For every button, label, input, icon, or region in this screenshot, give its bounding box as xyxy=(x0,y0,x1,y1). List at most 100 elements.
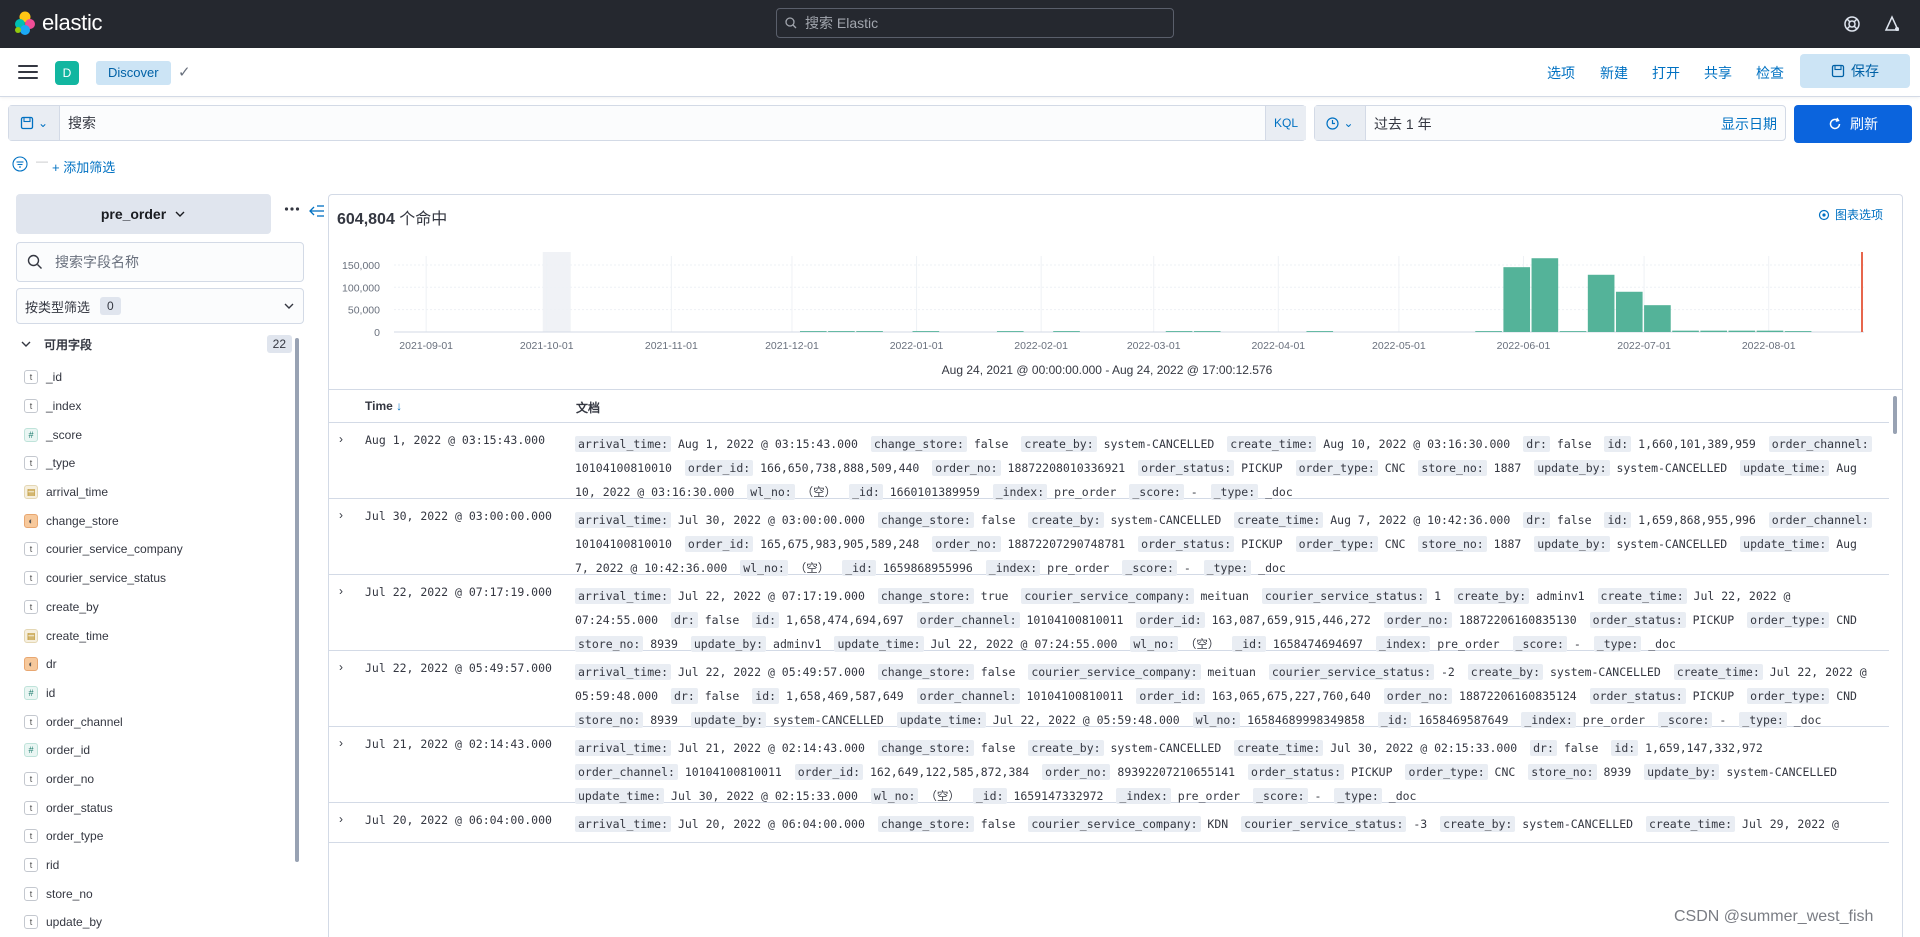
histogram-bar[interactable] xyxy=(1531,258,1559,332)
field-search-input[interactable]: 搜索字段名称 xyxy=(16,242,304,282)
date-type-icon: ▤ xyxy=(24,485,38,500)
histogram-bar[interactable] xyxy=(1559,331,1587,332)
saved-query-button[interactable]: ⌄ xyxy=(9,106,60,140)
field-item[interactable]: t courier_service_status xyxy=(24,564,288,593)
table-row[interactable]: › Aug 1, 2022 @ 03:15:43.000 arrival_time:… xyxy=(329,423,1889,500)
table-scrollbar[interactable] xyxy=(1893,396,1897,434)
histogram-bar[interactable] xyxy=(1587,274,1615,332)
collapse-sidebar-icon[interactable] xyxy=(309,204,325,218)
histogram-bar[interactable] xyxy=(1503,267,1531,332)
space-avatar[interactable]: D xyxy=(55,61,79,85)
histogram-bar[interactable] xyxy=(1193,331,1221,332)
histogram-bar[interactable] xyxy=(828,331,855,332)
field-item[interactable]: t _index xyxy=(24,392,288,421)
global-search-placeholder: 搜索 Elastic xyxy=(805,15,879,31)
show-dates-link[interactable]: 显示日期 xyxy=(1721,114,1777,134)
expand-row-icon[interactable]: › xyxy=(339,660,343,674)
quick-time-button[interactable]: ⌄ xyxy=(1315,106,1366,140)
histogram-bar[interactable] xyxy=(799,331,827,332)
doc-field-key: order_status: xyxy=(1138,536,1235,552)
doc-field-value: （空） xyxy=(918,789,960,803)
histogram-bar[interactable] xyxy=(1615,291,1643,332)
nav-open[interactable]: 打开 xyxy=(1652,63,1680,83)
expand-row-icon[interactable]: › xyxy=(339,584,343,598)
nav-share[interactable]: 共享 xyxy=(1704,63,1732,83)
histogram-bar[interactable] xyxy=(912,331,940,332)
string-type-icon: t xyxy=(24,771,38,786)
query-input[interactable]: 搜索 xyxy=(68,113,96,133)
global-search-input[interactable]: 搜索 Elastic xyxy=(776,8,1174,38)
available-fields-header[interactable]: 可用字段 22 xyxy=(20,335,292,353)
field-item[interactable]: t _id xyxy=(24,363,288,392)
refresh-button[interactable]: 刷新 xyxy=(1794,105,1912,143)
histogram-bar[interactable] xyxy=(1306,331,1334,332)
breadcrumb-discover[interactable]: Discover xyxy=(96,61,171,85)
histogram-bar[interactable] xyxy=(1644,305,1671,332)
table-row[interactable]: › Jul 22, 2022 @ 05:49:57.000 arrival_time… xyxy=(329,651,1889,728)
row-document: arrival_time: Jul 30, 2022 @ 03:00:00.00… xyxy=(575,508,1875,580)
elastic-logo[interactable]: elastic xyxy=(14,10,103,36)
doc-field-value: PICKUP xyxy=(1234,461,1283,475)
histogram-bar[interactable] xyxy=(996,331,1024,332)
field-item[interactable]: t order_no xyxy=(24,765,288,794)
table-row[interactable]: › Jul 21, 2022 @ 02:14:43.000 arrival_time… xyxy=(329,727,1889,804)
string-type-icon: t xyxy=(24,399,38,414)
histogram-bar[interactable] xyxy=(1672,330,1699,332)
field-item[interactable]: t update_by xyxy=(24,908,288,937)
string-type-icon: t xyxy=(24,542,38,557)
filter-icon[interactable] xyxy=(12,156,28,172)
doc-field-value: PICKUP xyxy=(1685,613,1735,627)
field-item[interactable]: t _type xyxy=(24,449,288,478)
expand-row-icon[interactable]: › xyxy=(339,508,343,522)
index-pattern-selector[interactable]: pre_order xyxy=(16,194,271,234)
field-item[interactable]: # order_id xyxy=(24,736,288,765)
kql-toggle[interactable]: KQL xyxy=(1265,106,1306,140)
field-item[interactable]: # id xyxy=(24,679,288,708)
nav-inspect[interactable]: 检查 xyxy=(1756,63,1784,83)
nav-new[interactable]: 新建 xyxy=(1600,63,1628,83)
histogram-bar[interactable] xyxy=(1700,330,1728,332)
field-item[interactable]: t store_no xyxy=(24,879,288,908)
field-item[interactable]: ▤ arrival_time xyxy=(24,478,288,507)
histogram-bar[interactable] xyxy=(1728,330,1756,332)
nav-options[interactable]: 选项 xyxy=(1547,63,1575,83)
histogram-bar[interactable] xyxy=(1475,331,1502,332)
field-item[interactable]: ◐ change_store xyxy=(24,506,288,535)
table-row[interactable]: › Jul 20, 2022 @ 06:04:00.000 arrival_time… xyxy=(329,803,1889,843)
expand-row-icon[interactable]: › xyxy=(339,432,343,446)
expand-row-icon[interactable]: › xyxy=(339,736,343,750)
save-button[interactable]: 保存 xyxy=(1800,54,1910,88)
table-row[interactable]: › Jul 22, 2022 @ 07:17:19.000 arrival_time… xyxy=(329,575,1889,652)
column-header-time[interactable]: Time ↓ xyxy=(365,399,402,413)
histogram-chart[interactable]: 2021-09-01 2021-10-01 2021-11-01 2021-12-01… xyxy=(340,248,1880,363)
doc-field-value: 1,659,147,332,972 xyxy=(1638,741,1763,755)
field-item[interactable]: t order_type xyxy=(24,822,288,851)
field-item[interactable]: t order_channel xyxy=(24,707,288,736)
doc-field-value: 1887 xyxy=(1486,461,1522,475)
table-row[interactable]: › Jul 30, 2022 @ 03:00:00.000 arrival_time… xyxy=(329,499,1889,576)
expand-row-icon[interactable]: › xyxy=(339,812,343,826)
time-range-text[interactable]: 过去 1 年 xyxy=(1374,114,1432,134)
histogram-bar[interactable] xyxy=(1756,330,1784,332)
field-item[interactable]: t order_status xyxy=(24,793,288,822)
field-item[interactable]: # _score xyxy=(24,420,288,449)
histogram-bar[interactable] xyxy=(1053,331,1080,332)
field-item[interactable]: ◐ dr xyxy=(24,650,288,679)
field-item[interactable]: ▤ create_time xyxy=(24,621,288,650)
field-item[interactable]: t rid xyxy=(24,851,288,880)
more-options-icon[interactable] xyxy=(284,206,300,212)
add-filter-button[interactable]: + 添加筛选 xyxy=(52,157,115,176)
field-item[interactable]: t courier_service_company xyxy=(24,535,288,564)
menu-button[interactable] xyxy=(18,65,38,81)
help-icon[interactable] xyxy=(1842,14,1862,34)
newsfeed-icon[interactable] xyxy=(1882,14,1902,34)
field-item[interactable]: t create_by xyxy=(24,593,288,622)
chart-options-button[interactable]: 图表选项 xyxy=(1818,206,1883,223)
sidebar-scrollbar[interactable] xyxy=(295,338,299,862)
doc-field-key: _index: xyxy=(1116,788,1171,804)
histogram-bar[interactable] xyxy=(1165,331,1193,332)
type-filter-button[interactable]: 按类型筛选 0 xyxy=(16,288,304,324)
sort-arrow-icon[interactable]: ↓ xyxy=(396,399,402,413)
histogram-bar[interactable] xyxy=(856,331,883,332)
histogram-bar[interactable] xyxy=(1784,331,1812,332)
